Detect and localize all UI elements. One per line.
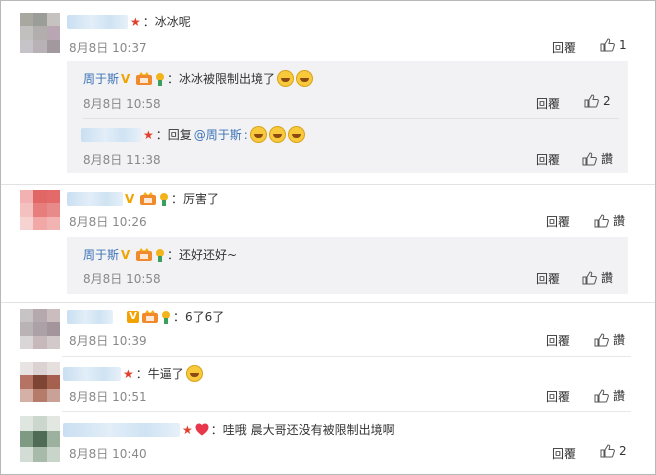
reply-button[interactable]: 回覆 <box>536 151 560 168</box>
v-badge-icon: V <box>121 71 131 86</box>
reply-text: ：冰冰被限制出境了 <box>167 72 276 86</box>
fan-badge-icon <box>136 247 153 261</box>
username-blurred[interactable] <box>67 14 128 29</box>
reply-button[interactable]: 回覆 <box>552 39 576 56</box>
like-button[interactable]: 讚 <box>582 269 613 286</box>
comment-text: ：6了6了 <box>173 310 225 324</box>
avatar[interactable] <box>20 309 60 349</box>
reply-button[interactable]: 回覆 <box>536 270 560 287</box>
like-count: 讚 <box>613 333 626 347</box>
thumbs-up-icon <box>594 213 609 227</box>
reply-username[interactable]: 周于斯 <box>83 70 119 87</box>
like-button[interactable]: 2 <box>584 94 611 108</box>
comment-text: ：冰冰呢 <box>142 15 191 29</box>
like-button[interactable]: 讚 <box>594 212 625 229</box>
thumbs-up-icon <box>582 151 597 165</box>
like-count: 1 <box>619 38 627 52</box>
fan-badge-icon <box>142 309 158 323</box>
heart-icon <box>195 423 209 436</box>
reply-username[interactable]: 周于斯 <box>83 246 119 263</box>
timestamp: 8月8日 10:40 <box>69 447 147 461</box>
username-blurred[interactable] <box>67 309 113 324</box>
star-icon: ★ <box>123 366 134 381</box>
laugh-emoji-icon <box>249 126 267 143</box>
reply-button[interactable]: 回覆 <box>546 388 570 405</box>
like-button[interactable]: 讚 <box>582 150 613 167</box>
star-icon: ★ <box>182 422 193 437</box>
divider <box>83 118 619 119</box>
reply-button[interactable]: 回覆 <box>536 95 560 112</box>
laugh-emoji-icon <box>268 126 286 143</box>
thumbs-up-icon <box>594 388 609 402</box>
divider <box>1 184 655 185</box>
v-badge-icon: V <box>127 310 139 323</box>
username-blurred[interactable] <box>67 191 123 206</box>
avatar[interactable] <box>20 362 60 402</box>
timestamp: 8月8日 10:39 <box>69 334 147 348</box>
comment-text: ：牛逼了 <box>135 367 184 381</box>
like-button[interactable]: 2 <box>600 444 627 458</box>
laugh-emoji-icon <box>296 70 314 87</box>
avatar[interactable] <box>20 416 60 462</box>
reply-button[interactable]: 回覆 <box>546 332 570 349</box>
medal-icon <box>160 192 168 206</box>
comments-panel: ★ ：冰冰呢 8月8日 10:37 回覆 1 周于斯 V ：冰冰被限制出境了 8… <box>0 0 656 475</box>
like-count: 2 <box>603 94 611 108</box>
username-blurred[interactable] <box>63 366 121 381</box>
like-button[interactable]: 讚 <box>594 331 625 348</box>
mention-suffix: : <box>243 127 248 142</box>
thumbs-up-icon <box>594 332 609 346</box>
v-badge-icon: V <box>125 191 135 206</box>
avatar[interactable] <box>20 13 60 53</box>
divider <box>62 411 631 412</box>
timestamp: 8月8日 10:37 <box>69 41 147 55</box>
like-count: 讚 <box>613 214 626 228</box>
mention-link[interactable]: @周于斯 <box>194 126 242 143</box>
divider <box>62 356 631 357</box>
reply-text: ：回复 <box>155 128 192 142</box>
thumbs-up-icon <box>600 444 615 458</box>
like-count: 讚 <box>601 152 614 166</box>
username-blurred[interactable] <box>81 127 141 142</box>
like-button[interactable]: 1 <box>600 38 627 52</box>
medal-icon <box>156 72 165 86</box>
v-badge-icon: V <box>121 247 131 262</box>
comment-text: ：哇哦 晨大哥还没有被限制出境啊 <box>210 423 395 437</box>
thumbs-up-icon <box>584 94 599 108</box>
timestamp: 8月8日 11:38 <box>83 153 161 167</box>
thumbs-up-icon <box>600 38 615 52</box>
medal-icon <box>162 310 170 324</box>
medal-icon <box>156 248 165 262</box>
star-icon: ★ <box>143 127 154 142</box>
fan-badge-icon <box>136 71 153 85</box>
fan-badge-icon <box>140 191 156 205</box>
like-count: 讚 <box>613 389 626 403</box>
laugh-emoji-icon <box>277 70 295 87</box>
like-count: 2 <box>619 444 627 458</box>
username-blurred[interactable] <box>63 422 180 437</box>
divider <box>1 302 655 303</box>
reply-button[interactable]: 回覆 <box>552 445 576 462</box>
reply-text: ：还好还好~ <box>167 248 238 262</box>
laugh-emoji-icon <box>287 126 305 143</box>
like-button[interactable]: 讚 <box>594 387 625 404</box>
thumbs-up-icon <box>582 270 597 284</box>
comment-text: ：厉害了 <box>171 192 220 206</box>
reply-button[interactable]: 回覆 <box>546 213 570 230</box>
timestamp: 8月8日 10:26 <box>69 215 147 229</box>
like-count: 讚 <box>601 271 614 285</box>
star-icon: ★ <box>130 14 141 29</box>
laugh-emoji-icon <box>185 365 203 382</box>
timestamp: 8月8日 10:58 <box>83 97 161 111</box>
timestamp: 8月8日 10:58 <box>83 272 161 286</box>
timestamp: 8月8日 10:51 <box>69 390 147 404</box>
avatar[interactable] <box>20 190 60 230</box>
